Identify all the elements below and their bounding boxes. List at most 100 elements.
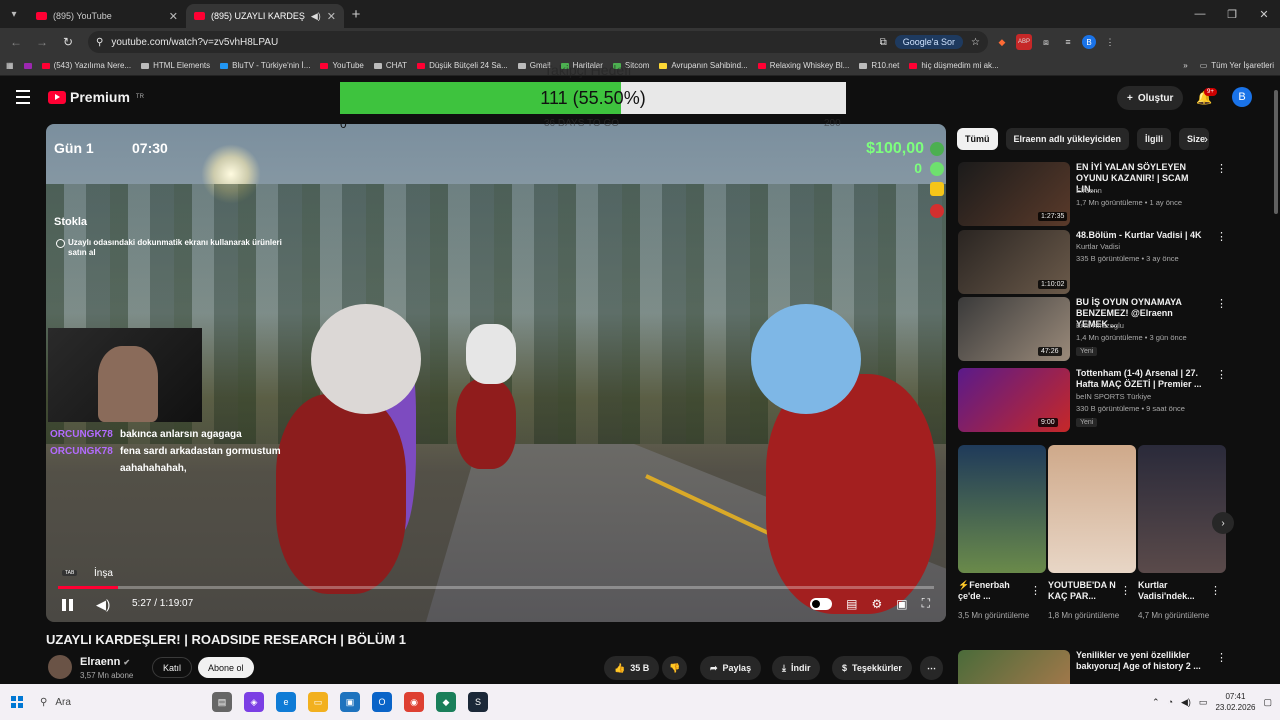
volume-icon[interactable]: ◀) (96, 597, 110, 613)
tray-overflow-icon[interactable]: ⌃ (1152, 697, 1160, 708)
tab-search-icon[interactable]: ▾ (0, 0, 28, 28)
bookmark-item[interactable]: BluTV - Türkiye'nin İ... (220, 61, 310, 70)
store-icon[interactable]: ▣ (340, 692, 360, 712)
adblock-icon[interactable]: ABP (1016, 34, 1032, 50)
rec-title[interactable]: Yenilikler ve yeni özellikler bakıyoruz|… (1076, 650, 1216, 672)
autoplay-toggle[interactable] (810, 597, 833, 610)
bookmark-item[interactable]: R10.net (859, 61, 899, 70)
join-button[interactable]: Katıl (152, 657, 193, 678)
rec-channel[interactable]: Kurtlar Vadisi (1076, 242, 1120, 251)
shorts-next-icon[interactable]: › (1212, 512, 1234, 534)
short-more-icon[interactable]: ⋮ (1210, 584, 1221, 597)
chip-related[interactable]: İlgili (1137, 128, 1172, 150)
subscribe-button[interactable]: Abone ol (198, 657, 254, 678)
file-explorer-icon[interactable]: ▭ (308, 692, 328, 712)
video-thumbnail[interactable] (958, 650, 1070, 684)
taskbar-clock[interactable]: 07:41 23.02.2026 (1215, 691, 1255, 713)
bookmark-item[interactable] (23, 62, 32, 69)
browser-profile-avatar[interactable]: B (1082, 35, 1096, 49)
new-tab-button[interactable]: + (344, 6, 368, 23)
extension-fox-icon[interactable]: ◆ (994, 34, 1010, 50)
youtube-premium-logo[interactable]: Premium TR (48, 89, 144, 105)
outlook-icon[interactable]: O (372, 692, 392, 712)
rec-more-icon[interactable]: ⋮ (1216, 368, 1227, 381)
google-ask-button[interactable]: Google'a Sor (894, 35, 964, 49)
apps-grid-icon[interactable]: ▦ (6, 61, 14, 70)
close-tab-icon[interactable]: ✕ (327, 10, 336, 23)
close-tab-icon[interactable]: ✕ (169, 10, 178, 23)
chip-from-uploader[interactable]: Elraenn adlı yükleyiciden (1005, 128, 1130, 150)
thanks-button[interactable]: $ Teşekkürler (832, 656, 912, 680)
bookmark-item[interactable]: HTML Elements (141, 61, 210, 70)
short-thumbnail[interactable] (1048, 445, 1136, 573)
short-thumbnail[interactable] (1138, 445, 1226, 573)
bookmark-item[interactable]: Avrupanın Sahibind... (659, 61, 748, 70)
settings-gear-icon[interactable]: ⚙ (871, 597, 882, 611)
bookmark-item[interactable]: Relaxing Whiskey Bl... (757, 61, 849, 70)
site-info-icon[interactable]: ⚲ (96, 37, 103, 48)
menu-icon[interactable] (16, 90, 30, 108)
copilot-icon[interactable]: ◈ (244, 692, 264, 712)
chips-next-icon[interactable]: › (1204, 132, 1208, 146)
speaker-icon[interactable]: ◀) (311, 11, 321, 22)
short-title[interactable]: Kurtlar Vadisi'ndek... (1138, 580, 1208, 602)
short-more-icon[interactable]: ⋮ (1030, 584, 1041, 597)
reload-icon[interactable]: ↻ (58, 35, 78, 49)
volume-tray-icon[interactable]: ◀) (1181, 697, 1191, 708)
bookmark-item[interactable]: YouTube (320, 61, 364, 70)
dislike-button[interactable]: 👎 (662, 656, 688, 680)
tab-current-video[interactable]: (895) UZAYLI KARDEŞLER! | ◀) ✕ (186, 4, 344, 28)
rec-channel[interactable]: Enis Kirazoglu (1076, 321, 1124, 330)
all-bookmarks-folder[interactable]: ▭ Tüm Yer İşaretleri (1200, 61, 1274, 70)
video-player[interactable]: Gün 1 07:30 $100,00 0 Stokla Uzaylı odas… (46, 124, 946, 622)
extensions-puzzle-icon[interactable]: ⧈ (1038, 34, 1054, 50)
rec-channel[interactable]: beIN SPORTS Türkiye (1076, 392, 1151, 401)
minimize-icon[interactable]: — (1184, 0, 1216, 28)
taskbar-search[interactable]: ⚲ Ara (34, 690, 184, 714)
create-button[interactable]: + Oluştur (1117, 86, 1184, 110)
bookmark-item[interactable]: Düşük Bütçeli 24 Sa... (417, 61, 508, 70)
install-app-icon[interactable]: ⧉ (880, 37, 887, 48)
short-title[interactable]: YOUTUBE'DA N KAÇ PAR... (1048, 580, 1118, 602)
notification-center-icon[interactable]: ▢ (1263, 697, 1272, 708)
chrome-icon[interactable]: ◉ (404, 692, 424, 712)
battery-icon[interactable]: ▭ (1199, 697, 1208, 708)
rec-more-icon[interactable]: ⋮ (1216, 297, 1227, 310)
media-controls-icon[interactable]: ≡ (1060, 34, 1076, 50)
browser-menu-icon[interactable]: ⋮ (1102, 34, 1118, 50)
share-button[interactable]: ➦ Paylaş (700, 656, 762, 680)
tab-youtube-home[interactable]: (895) YouTube ✕ (28, 4, 186, 28)
rec-title[interactable]: Tottenham (1-4) Arsenal | 27. Hafta MAÇ … (1076, 368, 1206, 390)
fullscreen-icon[interactable]: ⛶ (922, 596, 930, 611)
bookmark-star-icon[interactable]: ☆ (971, 37, 980, 48)
recommended-video[interactable]: 1:27:35 EN İYİ YALAN SÖYLEYEN OYUNU KAZA… (958, 162, 1227, 226)
more-actions-button[interactable]: ⋯ (920, 656, 943, 680)
forward-icon[interactable]: → (32, 35, 52, 49)
rec-more-icon[interactable]: ⋮ (1216, 162, 1227, 175)
app-icon[interactable]: ◆ (436, 692, 456, 712)
close-window-icon[interactable]: ✕ (1248, 0, 1280, 28)
short-title[interactable]: ⚡Fenerbah çe'de ... (958, 580, 1028, 602)
rec-channel[interactable]: Elraenn (1076, 186, 1102, 195)
page-scrollbar[interactable] (1274, 90, 1278, 214)
steam-icon[interactable]: S (468, 692, 488, 712)
short-more-icon[interactable]: ⋮ (1120, 584, 1131, 597)
recommended-video[interactable]: 47:26 BU İŞ OYUN OYNAMAYA BENZEMEZ! @Elr… (958, 297, 1227, 361)
like-button[interactable]: 👍 35 B (604, 656, 660, 680)
pause-icon[interactable] (62, 599, 74, 611)
network-icon[interactable]: ◔ (1168, 697, 1173, 707)
bookmarks-overflow-icon[interactable]: » (1183, 61, 1187, 70)
video-progress-bar[interactable] (58, 586, 934, 589)
channel-name[interactable]: Elraenn ✔ (80, 656, 130, 668)
back-icon[interactable]: ← (6, 35, 26, 49)
recommended-video[interactable]: 9:00 Tottenham (1-4) Arsenal | 27. Hafta… (958, 368, 1227, 432)
bookmark-item[interactable]: hiç düşmedim mi ak... (909, 61, 999, 70)
task-view-icon[interactable]: ▤ (212, 692, 232, 712)
address-bar[interactable]: ⚲ youtube.com/watch?v=zv5vhH8LPAU ⧉ Goog… (88, 31, 988, 53)
miniplayer-icon[interactable]: ▣ (896, 597, 907, 611)
channel-avatar[interactable] (48, 655, 72, 679)
chip-all[interactable]: Tümü (957, 128, 998, 150)
start-button[interactable] (0, 696, 34, 708)
download-button[interactable]: ⤓ İndir (772, 656, 821, 680)
recommended-video[interactable]: 1:10:02 48.Bölüm - Kurtlar Vadisi | 4K K… (958, 230, 1227, 294)
